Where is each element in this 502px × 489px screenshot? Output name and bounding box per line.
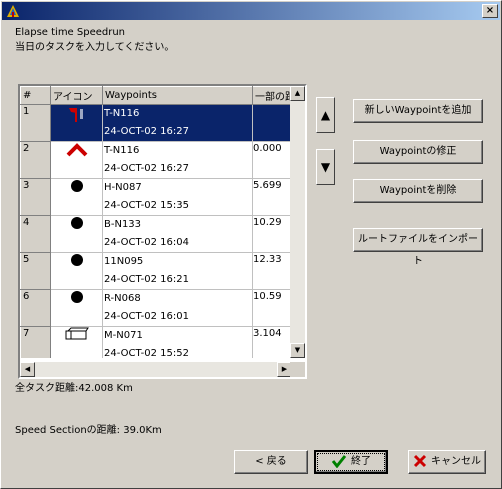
table-row[interactable]: 3 H-N087 24-OCT-02 15:35 5.699 — [20, 178, 292, 216]
scrollbar-corner — [290, 362, 305, 377]
table-row[interactable]: 1 T-N116 24-OCT-02 16:27 — [20, 104, 292, 142]
waypoint-time: 24-OCT-02 15:35 — [104, 200, 189, 211]
waypoint-time: 24-OCT-02 16:01 — [104, 311, 189, 322]
wizard-instruction: 当日のタスクを入力してください。 — [15, 42, 175, 53]
table-row[interactable]: 6 R-N068 24-OCT-02 16:01 10.59 — [20, 289, 292, 327]
move-up-button[interactable]: ▲ — [316, 97, 335, 133]
column-header-waypoints[interactable]: Waypoints — [102, 86, 253, 105]
vertical-scrollbar[interactable]: ▲ ▼ — [290, 86, 305, 358]
waypoint-icon-cell — [50, 326, 103, 358]
waypoint-name: T-N116 — [104, 108, 140, 119]
delete-waypoint-button[interactable]: Waypointを削除 — [353, 179, 483, 203]
finish-button-label: 終了 — [351, 456, 371, 467]
waypoint-name: R-N068 — [104, 293, 141, 304]
flag-icon — [68, 108, 83, 122]
waypoint-cell: R-N068 24-OCT-02 16:01 — [102, 289, 253, 327]
cancel-button-label: キャンセル — [431, 456, 481, 467]
waypoint-cell: T-N116 24-OCT-02 16:27 — [102, 141, 253, 179]
distance-cell — [252, 104, 292, 142]
finish-button[interactable]: 終了 — [314, 450, 388, 474]
waypoint-table: # アイコン Waypoints 一部の距 1 T-N116 24-OCT-02… — [20, 86, 292, 358]
box-icon — [65, 327, 89, 340]
waypoint-cell: M-N071 24-OCT-02 15:52 — [102, 326, 253, 358]
row-number: 5 — [20, 252, 51, 290]
waypoint-name: T-N116 — [104, 145, 140, 156]
row-number: 7 — [20, 326, 51, 358]
chevron-up-icon — [66, 143, 87, 157]
dot-icon — [70, 180, 83, 192]
waypoint-time: 24-OCT-02 16:27 — [104, 126, 189, 137]
waypoint-time: 24-OCT-02 16:04 — [104, 237, 189, 248]
edit-waypoint-button[interactable]: Waypointの修正 — [353, 140, 483, 164]
column-header-number[interactable]: # — [20, 86, 51, 105]
row-number: 4 — [20, 215, 51, 253]
cross-icon — [413, 454, 427, 468]
title-bar[interactable]: × — [2, 2, 500, 20]
table-row[interactable]: 7 M-N071 24-OCT-02 15:52 3.104 — [20, 326, 292, 358]
dot-icon — [70, 291, 83, 303]
table-row[interactable]: 2 T-N116 24-OCT-02 16:27 0.000 — [20, 141, 292, 179]
table-row[interactable]: 5 11N095 24-OCT-02 16:21 12.33 — [20, 252, 292, 290]
waypoint-cell: T-N116 24-OCT-02 16:27 — [102, 104, 253, 142]
wizard-title: Elapse time Speedrun — [15, 27, 126, 38]
distance-cell: 10.29 — [252, 215, 292, 253]
dot-icon — [70, 217, 83, 229]
distance-cell: 10.59 — [252, 289, 292, 327]
app-icon — [7, 5, 19, 17]
scroll-down-arrow-icon[interactable]: ▼ — [290, 343, 305, 358]
waypoint-icon-cell — [50, 252, 103, 290]
distance-cell: 12.33 — [252, 252, 292, 290]
distance-cell: 3.104 — [252, 326, 292, 358]
checkmark-icon — [331, 455, 347, 469]
import-route-button[interactable]: ルートファイルをインポート — [353, 228, 483, 267]
waypoint-icon-cell — [50, 289, 103, 327]
row-number: 6 — [20, 289, 51, 327]
waypoint-time: 24-OCT-02 16:21 — [104, 274, 189, 285]
move-down-button[interactable]: ▼ — [316, 149, 335, 185]
row-number: 3 — [20, 178, 51, 216]
horizontal-scrollbar[interactable]: ◀ ▶ — [20, 362, 292, 377]
row-number: 2 — [20, 141, 51, 179]
waypoint-grid[interactable]: # アイコン Waypoints 一部の距 1 T-N116 24-OCT-02… — [18, 84, 307, 379]
column-header-distance[interactable]: 一部の距 — [252, 86, 292, 105]
waypoint-icon-cell — [50, 141, 103, 179]
waypoint-name: M-N071 — [104, 330, 143, 341]
waypoint-time: 24-OCT-02 16:27 — [104, 163, 189, 174]
waypoint-icon-cell — [50, 178, 103, 216]
waypoint-name: H-N087 — [104, 182, 142, 193]
dot-icon — [70, 254, 83, 266]
total-distance-label: 全タスク距離:42.008 Km — [15, 383, 133, 394]
waypoint-icon-cell — [50, 215, 103, 253]
waypoint-cell: 11N095 24-OCT-02 16:21 — [102, 252, 253, 290]
waypoint-cell: B-N133 24-OCT-02 16:04 — [102, 215, 253, 253]
waypoint-time: 24-OCT-02 15:52 — [104, 348, 189, 358]
column-header-icon[interactable]: アイコン — [50, 86, 103, 105]
waypoint-name: 11N095 — [104, 256, 144, 267]
distance-cell: 5.699 — [252, 178, 292, 216]
add-waypoint-button[interactable]: 新しいWaypointを追加 — [353, 99, 483, 123]
waypoint-icon-cell — [50, 104, 103, 142]
waypoint-name: B-N133 — [104, 219, 142, 230]
back-button[interactable]: < 戻る — [234, 450, 308, 474]
table-row[interactable]: 4 B-N133 24-OCT-02 16:04 10.29 — [20, 215, 292, 253]
scroll-left-arrow-icon[interactable]: ◀ — [20, 362, 35, 377]
close-button[interactable]: × — [482, 4, 498, 18]
scroll-up-arrow-icon[interactable]: ▲ — [290, 86, 305, 101]
waypoint-cell: H-N087 24-OCT-02 15:35 — [102, 178, 253, 216]
speed-section-label: Speed Sectionの距離: 39.0Km — [15, 425, 162, 436]
distance-cell: 0.000 — [252, 141, 292, 179]
cancel-button[interactable]: キャンセル — [408, 450, 486, 474]
row-number: 1 — [20, 104, 51, 142]
